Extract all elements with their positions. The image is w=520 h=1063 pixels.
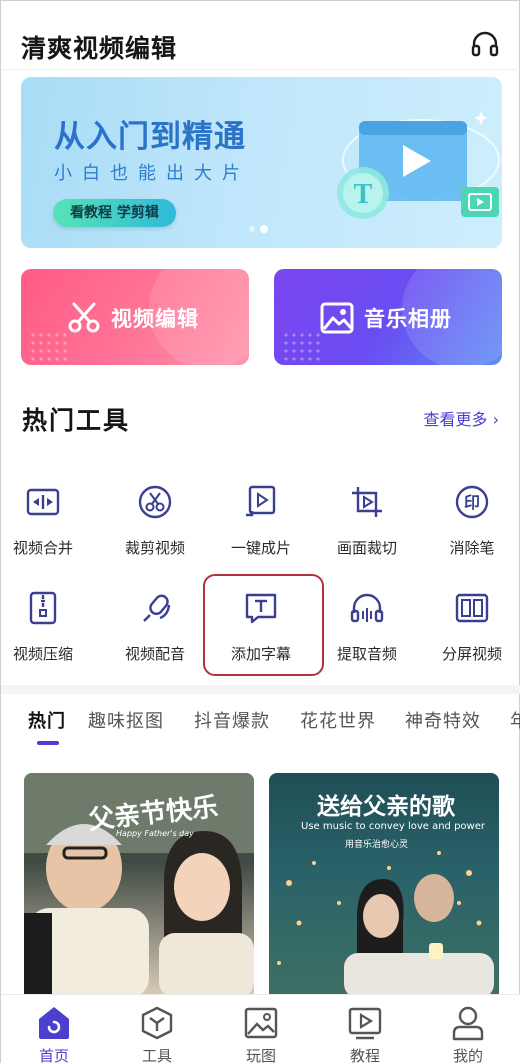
banner-dot[interactable]: [249, 226, 255, 232]
tool-split-screen[interactable]: 分屏视频: [422, 591, 520, 681]
see-more-link[interactable]: 查看更多 ›: [423, 406, 499, 430]
app-header: 清爽视频编辑: [1, 1, 520, 71]
nav-label: 玩图: [245, 1047, 276, 1063]
see-more-label: 查看更多: [423, 410, 488, 429]
tool-label: 分屏视频: [441, 645, 502, 663]
headset-icon[interactable]: [469, 29, 501, 61]
cut-icon: [138, 485, 172, 519]
cube-icon: [141, 1006, 173, 1040]
tool-label: 消除笔: [449, 539, 495, 557]
thumbnail-caption: 送给父亲的歌: [317, 793, 455, 820]
tool-label: 视频合并: [12, 539, 73, 557]
tool-video-compress[interactable]: 视频压缩: [0, 591, 93, 681]
tab-magic-effects[interactable]: 神奇特效: [405, 707, 481, 733]
bottom-nav: 首页 工具 玩图 教程 我的: [1, 994, 520, 1063]
thumbnail-caption-small: Happy Father's day: [116, 829, 194, 838]
tool-video-merge[interactable]: 视频合并: [0, 485, 93, 575]
crop-icon: [352, 487, 382, 517]
video-tutorial-icon: [348, 1007, 382, 1040]
music-album-label: 音乐相册: [364, 307, 452, 331]
nav-label: 首页: [38, 1047, 69, 1063]
category-tabs: 热门 趣味抠图 抖音爆款 花花世界 神奇特效 年: [1, 701, 520, 745]
nav-play-images[interactable]: 玩图: [231, 1001, 291, 1063]
template-thumbnail-song-for-dad[interactable]: 送给父亲的歌 Use music to convey love and powe…: [269, 773, 499, 994]
tool-extract-audio[interactable]: 提取音频: [317, 591, 417, 681]
merge-icon: [26, 488, 60, 516]
thumbnail-caption-small: Use music to convey love and power: [301, 821, 485, 832]
scissors-icon: [68, 302, 100, 333]
tool-trim-video[interactable]: 裁剪视频: [105, 485, 205, 575]
video-player-illustration-icon: T: [337, 111, 500, 219]
banner-subtitle: 小白也能出大片: [54, 163, 250, 184]
nav-profile[interactable]: 我的: [438, 1001, 498, 1063]
image-icon: [320, 302, 354, 334]
subtitle-tool-highlight: [203, 574, 324, 676]
tool-label: 裁剪视频: [124, 539, 185, 557]
thumbnail-caption-small-2: 用音乐治愈心灵: [345, 840, 409, 850]
banner-page-indicator: [249, 225, 268, 233]
audio-extract-icon: [350, 593, 384, 623]
promo-banner[interactable]: 从入门到精通 小白也能出大片 看教程 学剪辑 T: [21, 77, 502, 248]
nav-home[interactable]: 首页: [24, 1001, 84, 1063]
nav-tools[interactable]: 工具: [127, 1001, 187, 1063]
banner-art-letter: T: [354, 179, 373, 210]
banner-tutorial-button[interactable]: 看教程 学剪辑: [53, 199, 176, 227]
card-dot-pattern: [29, 331, 69, 361]
tab-fun-cutout[interactable]: 趣味抠图: [88, 707, 164, 733]
nav-tutorials[interactable]: 教程: [335, 1001, 395, 1063]
tab-hot[interactable]: 热门: [28, 707, 66, 733]
app-title: 清爽视频编辑: [21, 34, 178, 63]
header-divider: [1, 69, 520, 70]
tab-partial[interactable]: 年: [510, 707, 520, 733]
chevron-right-icon: ›: [492, 410, 499, 429]
compress-icon: [29, 591, 57, 625]
tool-label: 提取音频: [336, 645, 397, 663]
one-click-icon: [246, 485, 276, 517]
eraser-icon: 印: [455, 485, 489, 519]
tool-label: 画面裁切: [336, 539, 397, 557]
tool-label: 一键成片: [230, 539, 291, 557]
tool-video-dubbing[interactable]: 视频配音: [105, 591, 205, 681]
tool-eraser[interactable]: 印 消除笔: [422, 485, 520, 575]
tool-one-click-video[interactable]: 一键成片: [211, 485, 311, 575]
svg-text:印: 印: [464, 493, 480, 512]
dubbing-icon: [143, 594, 171, 622]
section-divider: [1, 685, 520, 694]
active-tab-indicator: [37, 741, 59, 745]
nav-label: 工具: [141, 1047, 172, 1063]
banner-title: 从入门到精通: [54, 119, 246, 155]
tab-douyin-hits[interactable]: 抖音爆款: [194, 707, 270, 733]
template-thumbnail-fathers-day[interactable]: 父亲节快乐 Happy Father's day: [24, 773, 254, 994]
video-edit-card[interactable]: 视频编辑: [21, 269, 249, 365]
video-edit-label: 视频编辑: [111, 307, 199, 331]
tool-label: 视频配音: [124, 645, 185, 663]
hot-tools-title: 热门工具: [22, 406, 131, 435]
banner-dot-active[interactable]: [260, 225, 268, 233]
split-screen-icon: [455, 593, 489, 623]
nav-label: 教程: [349, 1047, 380, 1063]
picture-icon: [244, 1007, 278, 1039]
tool-label: 视频压缩: [12, 645, 73, 663]
user-icon: [452, 1006, 484, 1041]
tool-crop-frame[interactable]: 画面裁切: [317, 485, 417, 575]
card-dot-pattern: [282, 331, 322, 361]
tab-flower-world[interactable]: 花花世界: [300, 707, 376, 733]
music-album-card[interactable]: 音乐相册: [274, 269, 502, 365]
home-icon: [39, 1007, 69, 1039]
nav-label: 我的: [452, 1047, 483, 1063]
